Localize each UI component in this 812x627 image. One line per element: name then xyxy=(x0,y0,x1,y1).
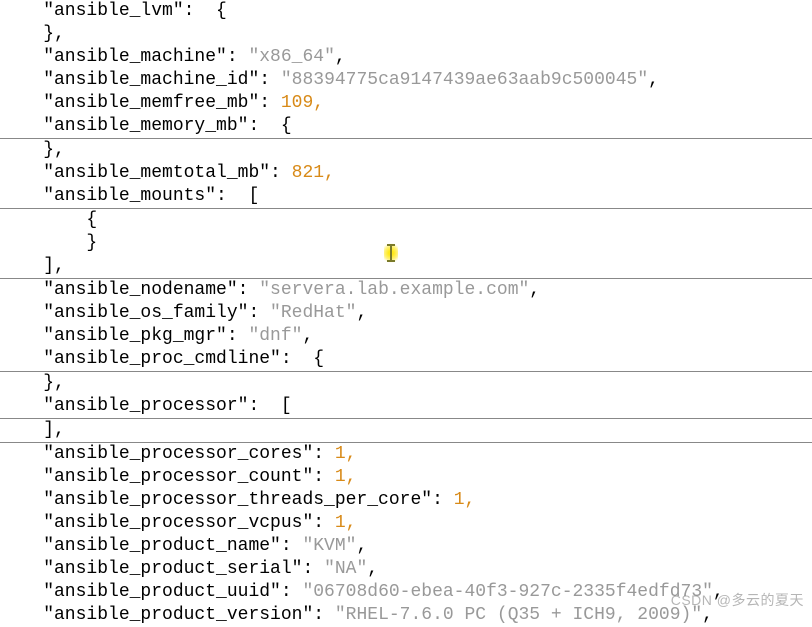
code-line: "ansible_memfree_mb": 109, xyxy=(0,92,812,115)
json-key: "ansible_lvm": xyxy=(0,1,216,21)
json-key: "ansible_machine_id": xyxy=(0,70,281,90)
json-value: 1, xyxy=(335,513,357,533)
json-tail: , xyxy=(713,582,724,602)
json-value: 1, xyxy=(335,467,357,487)
json-key: "ansible_processor": xyxy=(0,396,281,416)
json-value: "88394775ca9147439ae63aab9c500045" xyxy=(281,70,648,90)
json-key: "ansible_os_family": xyxy=(0,303,270,323)
json-key: "ansible_product_version": xyxy=(0,605,335,625)
code-line: } xyxy=(0,232,812,255)
json-key: "ansible_pkg_mgr": xyxy=(0,326,248,346)
code-line: { xyxy=(0,209,812,232)
json-key: "ansible_processor_threads_per_core": xyxy=(0,490,454,510)
json-tail: , xyxy=(529,280,540,300)
code-line: "ansible_os_family": "RedHat", xyxy=(0,302,812,325)
json-key: "ansible_processor_cores": xyxy=(0,444,335,464)
json-key: "ansible_nodename": xyxy=(0,280,259,300)
json-value: 109, xyxy=(281,93,324,113)
json-tail: , xyxy=(356,303,367,323)
json-key: "ansible_product_uuid": xyxy=(0,582,302,602)
json-key: "ansible_product_serial": xyxy=(0,559,324,579)
code-line: "ansible_product_serial": "NA", xyxy=(0,558,812,581)
code-line: }, xyxy=(0,139,812,162)
json-key: "ansible_memory_mb": xyxy=(0,116,281,136)
json-value: 1, xyxy=(335,444,357,464)
json-tail: , xyxy=(367,559,378,579)
code-line: "ansible_processor_vcpus": 1, xyxy=(0,512,812,535)
json-value: 1, xyxy=(454,490,476,510)
code-line: "ansible_machine": "x86_64", xyxy=(0,46,812,69)
code-line: "ansible_machine_id": "88394775ca9147439… xyxy=(0,69,812,92)
code-line: ], xyxy=(0,255,812,278)
json-key: "ansible_mounts": xyxy=(0,186,248,206)
code-line: "ansible_processor_cores": 1, xyxy=(0,443,812,466)
json-value: "servera.lab.example.com" xyxy=(259,280,529,300)
json-value: "06708d60-ebea-40f3-927c-2335f4edfd73" xyxy=(302,582,712,602)
json-value: "NA" xyxy=(324,559,367,579)
json-value: { xyxy=(281,116,292,136)
code-block: "ansible_lvm": { }, "ansible_machine": "… xyxy=(0,0,812,627)
json-key: "ansible_memfree_mb": xyxy=(0,93,281,113)
json-value: 821, xyxy=(292,163,335,183)
json-tail: , xyxy=(702,605,713,625)
json-tail: , xyxy=(356,536,367,556)
json-value: "KVM" xyxy=(302,536,356,556)
json-value: [ xyxy=(281,396,292,416)
code-line: "ansible_product_uuid": "06708d60-ebea-4… xyxy=(0,581,812,604)
json-value: "dnf" xyxy=(248,326,302,346)
code-line: "ansible_lvm": { xyxy=(0,0,812,23)
code-line: "ansible_processor_threads_per_core": 1, xyxy=(0,489,812,512)
code-line: "ansible_pkg_mgr": "dnf", xyxy=(0,325,812,348)
code-line: "ansible_processor": [ xyxy=(0,395,812,418)
json-tail: , xyxy=(302,326,313,346)
json-value: [ xyxy=(248,186,259,206)
json-tail: , xyxy=(648,70,659,90)
json-key: "ansible_machine": xyxy=(0,47,248,67)
json-value: { xyxy=(216,1,227,21)
json-key: "ansible_memtotal_mb": xyxy=(0,163,292,183)
code-line: "ansible_processor_count": 1, xyxy=(0,466,812,489)
code-line: "ansible_product_version": "RHEL-7.6.0 P… xyxy=(0,604,812,627)
json-key: "ansible_processor_count": xyxy=(0,467,335,487)
code-line: "ansible_memory_mb": { xyxy=(0,115,812,138)
code-line: "ansible_proc_cmdline": { xyxy=(0,348,812,371)
json-tail: , xyxy=(335,47,346,67)
code-line: "ansible_nodename": "servera.lab.example… xyxy=(0,279,812,302)
code-line: }, xyxy=(0,372,812,395)
code-line: }, xyxy=(0,23,812,46)
json-value: "x86_64" xyxy=(248,47,334,67)
json-key: "ansible_product_name": xyxy=(0,536,302,556)
json-key: "ansible_processor_vcpus": xyxy=(0,513,335,533)
code-line: "ansible_mounts": [ xyxy=(0,185,812,208)
code-line: ], xyxy=(0,419,812,442)
json-value: "RHEL-7.6.0 PC (Q35 + ICH9, 2009)" xyxy=(335,605,702,625)
json-value: { xyxy=(313,349,324,369)
code-line: "ansible_memtotal_mb": 821, xyxy=(0,162,812,185)
code-line: "ansible_product_name": "KVM", xyxy=(0,535,812,558)
json-key: "ansible_proc_cmdline": xyxy=(0,349,313,369)
json-value: "RedHat" xyxy=(270,303,356,323)
